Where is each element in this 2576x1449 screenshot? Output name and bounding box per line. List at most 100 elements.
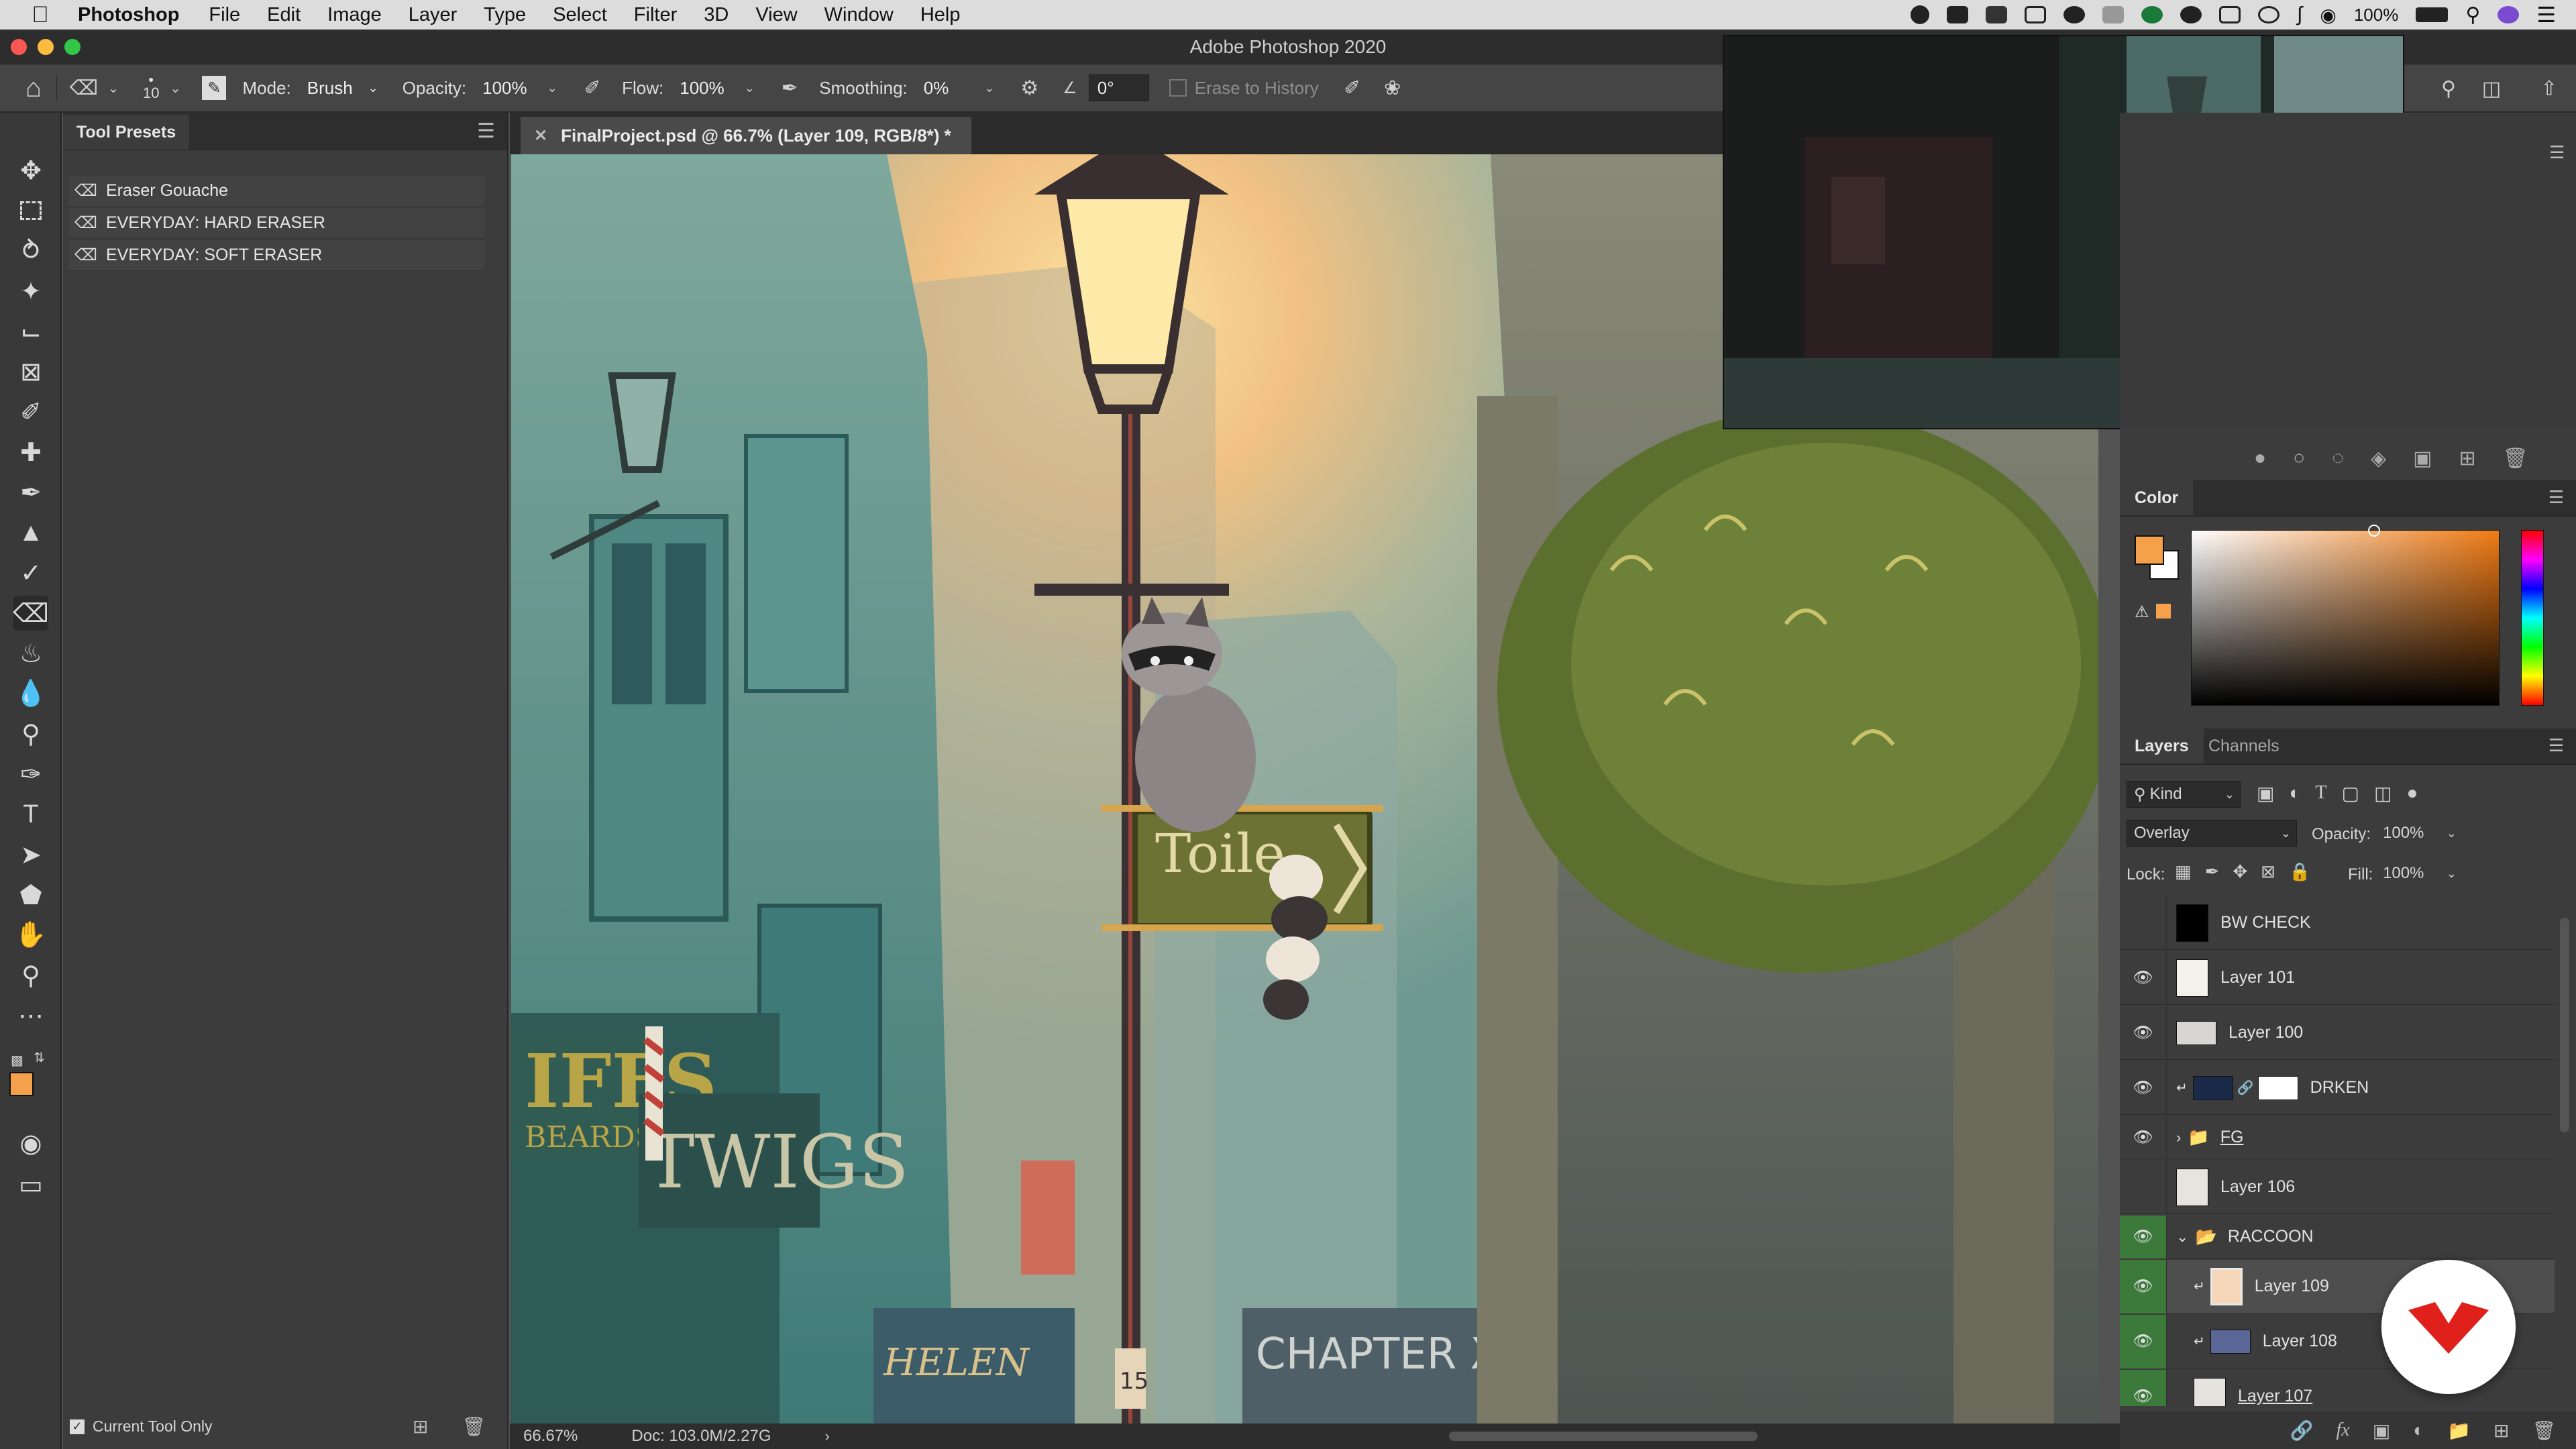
type-filter-icon[interactable]: T bbox=[2315, 782, 2326, 804]
wifi-icon[interactable]: ◉ bbox=[2320, 4, 2336, 26]
type-tool-icon[interactable]: T bbox=[13, 797, 48, 832]
diamond-icon[interactable]: ◈ bbox=[2371, 447, 2386, 470]
trash-icon[interactable]: 🗑 bbox=[462, 1415, 486, 1438]
tab-tool-presets[interactable]: Tool Presets bbox=[63, 115, 190, 150]
panel-menu-icon[interactable]: ☰ bbox=[2549, 142, 2565, 163]
pressure-opacity-icon[interactable]: ✐ bbox=[579, 74, 606, 101]
symmetry-icon[interactable]: ❀ bbox=[1379, 74, 1406, 101]
chevron-down-icon[interactable]: ⌄ bbox=[976, 74, 1003, 101]
circle-filled-icon[interactable]: ● bbox=[2254, 447, 2266, 470]
menu-layer[interactable]: Layer bbox=[409, 4, 458, 26]
dodge-tool-icon[interactable]: ⚲ bbox=[13, 716, 48, 751]
eye-icon[interactable]: 👁 bbox=[2120, 1116, 2167, 1159]
flow-field[interactable]: 100% bbox=[672, 74, 736, 101]
menu-image[interactable]: Image bbox=[327, 4, 382, 26]
path-selection-tool-icon[interactable]: ➤ bbox=[13, 837, 48, 872]
blend-mode-select[interactable]: Overlay ⌄ bbox=[2127, 820, 2297, 847]
mode-select[interactable]: Brush ⌄ bbox=[299, 74, 386, 101]
grammarly-icon[interactable] bbox=[2141, 6, 2163, 23]
gamut-warning-icon[interactable]: ⚠ bbox=[2135, 602, 2149, 622]
search-icon[interactable]: ⚲ bbox=[2435, 75, 2462, 102]
preset-item[interactable]: ⌫ EVERYDAY: SOFT ERASER bbox=[68, 240, 484, 271]
erase-history-checkbox[interactable] bbox=[1169, 79, 1187, 97]
drive-icon[interactable] bbox=[1947, 6, 1969, 23]
add-mask-icon[interactable]: ▣ bbox=[2373, 1419, 2390, 1442]
brush-settings-icon[interactable]: ✎ bbox=[202, 76, 227, 100]
siri-icon[interactable] bbox=[2498, 6, 2520, 23]
new-icon[interactable]: ⊞ bbox=[2459, 447, 2476, 470]
eraser-tool-preset-icon[interactable]: ⌫ bbox=[70, 74, 98, 101]
lock-all-icon[interactable]: 🔒 bbox=[2289, 861, 2310, 882]
move-tool-icon[interactable]: ✥ bbox=[13, 153, 48, 188]
history-brush-tool-icon[interactable]: ✓ bbox=[13, 555, 48, 590]
home-icon[interactable]: ⌂ bbox=[20, 73, 47, 103]
airplay-icon[interactable] bbox=[2219, 6, 2241, 23]
chevron-down-icon[interactable]: ⌄ bbox=[539, 74, 566, 101]
lock-artboard-icon[interactable]: ⊠ bbox=[2261, 861, 2275, 882]
fill-field[interactable]: 100% ⌄ bbox=[2383, 860, 2457, 887]
adjustment-filter-icon[interactable]: ◐ bbox=[2289, 782, 2300, 804]
bluetooth-icon[interactable]: ∫ bbox=[2297, 3, 2302, 26]
shape-tool-icon[interactable]: ⬟ bbox=[13, 877, 48, 912]
eye-icon[interactable]: 👁 bbox=[2120, 1369, 2167, 1406]
menu-type[interactable]: Type bbox=[484, 4, 526, 26]
workspace-icon[interactable]: ◫ bbox=[2478, 75, 2505, 102]
zoom-window-button[interactable] bbox=[64, 39, 80, 55]
new-preset-icon[interactable]: ⊞ bbox=[413, 1415, 428, 1438]
creative-cloud-icon[interactable] bbox=[2063, 6, 2086, 23]
trash-icon[interactable]: 🗑 bbox=[2503, 447, 2528, 470]
link-layers-icon[interactable]: 🔗 bbox=[2290, 1419, 2314, 1442]
crop-tool-icon[interactable]: ⌙ bbox=[13, 314, 48, 349]
dropbox-icon[interactable] bbox=[1986, 6, 2008, 23]
chevron-down-icon[interactable]: ⌄ bbox=[2176, 1228, 2188, 1246]
chevron-down-icon[interactable]: ⌄ bbox=[162, 74, 189, 101]
visibility-toggle-hidden[interactable] bbox=[2120, 1160, 2167, 1214]
share-icon[interactable]: ⇧ bbox=[2536, 75, 2563, 102]
battery-icon[interactable] bbox=[2416, 7, 2449, 22]
foreground-color-swatch[interactable] bbox=[9, 1072, 34, 1096]
layer-row[interactable]: 👁 ↵ 🔗 DRKEN bbox=[2120, 1061, 2555, 1115]
filter-toggle-icon[interactable]: ● bbox=[2406, 782, 2418, 804]
menu-help[interactable]: Help bbox=[920, 4, 961, 26]
eye-icon[interactable]: 👁 bbox=[2120, 1215, 2167, 1258]
clone-stamp-tool-icon[interactable]: ▲ bbox=[13, 515, 48, 550]
healing-brush-tool-icon[interactable]: ✚ bbox=[13, 435, 48, 470]
panel-menu-icon[interactable]: ☰ bbox=[477, 119, 495, 143]
quick-mask-icon[interactable]: ◉ bbox=[13, 1126, 48, 1161]
menu-edit[interactable]: Edit bbox=[267, 4, 301, 26]
minimize-window-button[interactable] bbox=[38, 39, 54, 55]
hand-tool-icon[interactable]: ✋ bbox=[13, 918, 48, 953]
shape-filter-icon[interactable]: ▢ bbox=[2342, 782, 2359, 804]
menu-view[interactable]: View bbox=[755, 4, 797, 26]
color-field[interactable] bbox=[2191, 530, 2500, 706]
eye-icon[interactable]: 👁 bbox=[2120, 1061, 2167, 1115]
record-icon[interactable] bbox=[1911, 5, 1930, 24]
lock-brush-icon[interactable]: ✒ bbox=[2205, 861, 2220, 882]
eye-icon[interactable]: 👁 bbox=[2120, 1259, 2167, 1313]
mask-icon[interactable]: ▣ bbox=[2413, 447, 2432, 470]
blur-tool-icon[interactable]: 💧 bbox=[13, 676, 48, 711]
menu-file[interactable]: File bbox=[209, 4, 240, 26]
layer-row[interactable]: 👁 Layer 101 bbox=[2120, 951, 2555, 1005]
eyedropper-tool-icon[interactable]: ✐ bbox=[13, 394, 48, 429]
opacity-field[interactable]: 100% bbox=[474, 74, 539, 101]
chevron-right-icon[interactable]: › bbox=[825, 1428, 830, 1445]
group-row[interactable]: 👁 ⌄ 📂 RACCOON bbox=[2120, 1215, 2555, 1258]
layers-scrollbar[interactable] bbox=[2560, 918, 2569, 1132]
default-colors-icon[interactable]: ▩ bbox=[11, 1052, 23, 1069]
eraser-tool-icon[interactable]: ⌫ bbox=[13, 596, 49, 631]
gear-icon[interactable]: ⚙ bbox=[1016, 74, 1043, 101]
menu-3d[interactable]: 3D bbox=[704, 4, 729, 26]
tab-channels[interactable]: Channels bbox=[2194, 729, 2294, 763]
magic-wand-tool-icon[interactable]: ✦ bbox=[13, 274, 48, 309]
airbrush-icon[interactable]: ✒ bbox=[776, 74, 803, 101]
menu-select[interactable]: Select bbox=[553, 4, 607, 26]
display-icon[interactable] bbox=[2025, 6, 2047, 23]
visibility-toggle-hidden[interactable] bbox=[2120, 896, 2167, 950]
new-group-icon[interactable]: 📁 bbox=[2447, 1419, 2471, 1442]
pressure-size-icon[interactable]: ✐ bbox=[1339, 74, 1366, 101]
more-tools-icon[interactable]: ⋯ bbox=[13, 998, 48, 1033]
layer-row[interactable]: 👁 Layer 100 bbox=[2120, 1006, 2555, 1060]
chevron-right-icon[interactable]: › bbox=[2176, 1129, 2181, 1146]
fg-color-chip[interactable] bbox=[2135, 535, 2164, 565]
